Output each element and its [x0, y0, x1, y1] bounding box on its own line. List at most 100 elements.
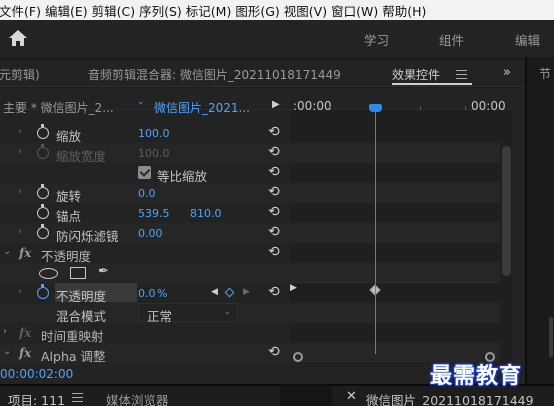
menu-markers[interactable]: 标记(M): [186, 1, 236, 20]
chevron-down-icon: ⌄: [224, 307, 231, 316]
prev-keyframe-icon[interactable]: ◀: [211, 287, 218, 297]
reset-icon[interactable]: ⟲: [268, 344, 280, 360]
ruler-tick: [330, 106, 331, 110]
time-footer: 00:00:02:00: [0, 365, 290, 383]
clip-dropdown-icon[interactable]: ⌄: [137, 97, 145, 107]
twirl-icon[interactable]: ›: [18, 186, 22, 197]
opacity-unit: %: [157, 287, 168, 300]
timeline-row: [290, 263, 500, 283]
stopwatch-icon[interactable]: [37, 124, 49, 139]
add-keyframe-icon[interactable]: [224, 287, 235, 298]
menu-window[interactable]: 窗口(W): [331, 1, 382, 20]
time-ruler[interactable]: :00:00 00:00: [290, 88, 512, 113]
timeline-separator: [290, 282, 500, 283]
play-clip-icon[interactable]: ▶: [272, 99, 280, 110]
reset-icon[interactable]: ⟲: [268, 184, 280, 200]
sequence-clip-label[interactable]: 微信图片_2021...: [154, 99, 250, 116]
property-anchor-point: 锚点 539.5 810.0 ⟲: [0, 203, 290, 224]
reset-icon[interactable]: ⟲: [268, 224, 280, 240]
fx-toggle-icon[interactable]: fx: [19, 346, 31, 360]
twirl-down-icon[interactable]: ⌄: [3, 346, 11, 357]
clip-header-row: 主要 * 微信图片_2... ⌄ 微信图片_2021... ▶: [0, 88, 290, 115]
effect-controls-panel: 主要 * 微信图片_2... ⌄ 微信图片_2021... ▶ › 缩放 100…: [0, 88, 525, 384]
uniform-scale-checkbox[interactable]: [138, 166, 151, 179]
property-scale-width: › 缩放宽度 100.0 ⟲: [0, 143, 290, 164]
property-blend-mode: 混合模式 正常 ⌄: [0, 303, 290, 324]
workspace-learn[interactable]: 学习: [364, 30, 389, 49]
right-panel-scrollbar[interactable]: [549, 317, 553, 357]
reset-icon[interactable]: ⟲: [268, 244, 280, 260]
panel-menu-icon[interactable]: [456, 70, 467, 79]
menu-bar: 文件(F) 编辑(E) 剪辑(C) 序列(S) 标记(M) 图形(G) 视图(V…: [0, 0, 554, 20]
stopwatch-icon[interactable]: [37, 224, 49, 239]
rectangle-mask-icon[interactable]: [70, 267, 86, 279]
stopwatch-icon[interactable]: [37, 284, 49, 299]
menu-view[interactable]: 视图(V): [284, 1, 331, 20]
reset-icon[interactable]: ⟲: [268, 144, 280, 160]
next-keyframe-icon[interactable]: ▶: [243, 287, 250, 297]
scale-value[interactable]: 100.0: [138, 127, 170, 140]
timeline-row: [290, 143, 500, 163]
playhead-handle[interactable]: [369, 104, 382, 112]
timeline-row: [290, 183, 500, 203]
twirl-icon[interactable]: ›: [18, 146, 22, 157]
fx-toggle-icon: fx: [19, 326, 32, 340]
panel-overflow-icon[interactable]: »: [503, 65, 511, 80]
property-rotation: › 旋转 0.0 ⟲: [0, 183, 290, 204]
property-anti-flicker: › 防闪烁滤镜 0.00 ⟲: [0, 223, 290, 244]
watermark: 最需教育: [430, 363, 523, 389]
blend-mode-dropdown[interactable]: 正常 ⌄: [138, 303, 238, 324]
stopwatch-icon[interactable]: [37, 204, 49, 219]
timeline-row: [290, 223, 500, 243]
menu-help[interactable]: 帮助(H): [382, 1, 430, 20]
effect-timeline[interactable]: :00:00 00:00 ▶: [290, 88, 512, 364]
fx-toggle-icon[interactable]: fx: [19, 246, 31, 260]
current-timecode[interactable]: 00:00:02:00: [0, 367, 73, 381]
active-tab-indicator: [392, 83, 472, 85]
reset-icon[interactable]: ⟲: [268, 124, 280, 140]
twirl-icon[interactable]: ›: [18, 286, 22, 297]
panel-scrollbar[interactable]: [502, 146, 511, 276]
timeline-row: [290, 303, 500, 323]
twirl-icon[interactable]: ›: [3, 326, 7, 337]
ellipse-mask-icon[interactable]: [39, 268, 58, 279]
anchor-y-value[interactable]: 810.0: [190, 207, 222, 220]
home-icon[interactable]: [8, 29, 28, 47]
stopwatch-icon[interactable]: [37, 184, 49, 199]
tab-effect-controls[interactable]: 效果控件: [392, 66, 440, 83]
menu-sequence[interactable]: 序列(S): [139, 1, 186, 20]
pen-mask-icon[interactable]: ✒: [98, 264, 109, 279]
menu-file[interactable]: 文件(F): [0, 1, 45, 20]
menu-graphics[interactable]: 图形(G): [235, 1, 283, 20]
close-icon[interactable]: ✕: [346, 389, 357, 404]
tab-source-clip[interactable]: 元剪辑): [0, 66, 40, 83]
ruler-end-time: 00:00: [471, 99, 506, 113]
zoom-start-handle[interactable]: [293, 352, 303, 362]
workspace-assembly[interactable]: 组件: [439, 30, 464, 49]
menu-edit[interactable]: 编辑(E): [45, 1, 92, 20]
reset-icon[interactable]: ⟲: [268, 204, 280, 220]
rotation-value[interactable]: 0.0: [138, 187, 156, 200]
right-panel-title[interactable]: 节: [539, 65, 551, 82]
master-clip-label[interactable]: 主要 * 微信图片_2...: [3, 99, 114, 116]
twirl-icon[interactable]: ›: [18, 126, 22, 137]
playhead-line[interactable]: [375, 110, 376, 354]
tab-sequence[interactable]: 微信图片_20211018171449: [366, 390, 534, 406]
tab-audio-clip-mixer[interactable]: 音频剪辑混合器: 微信图片_20211018171449: [88, 66, 341, 83]
anchor-x-value[interactable]: 539.5: [138, 207, 170, 220]
twirl-icon[interactable]: ›: [18, 226, 22, 237]
reset-icon[interactable]: ⟲: [268, 164, 280, 180]
tab-project[interactable]: 项目: 111: [8, 390, 65, 406]
anti-flicker-value[interactable]: 0.00: [138, 227, 163, 240]
panel-menu-icon[interactable]: [72, 393, 83, 402]
menu-clip[interactable]: 剪辑(C): [92, 1, 139, 20]
scale-width-value: 100.0: [138, 147, 170, 160]
ruler-start-time: :00:00: [293, 99, 332, 113]
reset-icon[interactable]: ⟲: [268, 284, 280, 300]
panel-tab-bar: 元剪辑) 音频剪辑混合器: 微信图片_20211018171449 效果控件 »: [0, 61, 525, 87]
tab-media-browser[interactable]: 媒体浏览器: [106, 390, 169, 406]
alpha-adjust-label: Alpha 调整: [41, 349, 106, 364]
workspace-editing[interactable]: 编辑: [515, 30, 540, 49]
twirl-down-icon[interactable]: ⌄: [3, 246, 11, 257]
opacity-value[interactable]: 0.0: [138, 287, 156, 300]
